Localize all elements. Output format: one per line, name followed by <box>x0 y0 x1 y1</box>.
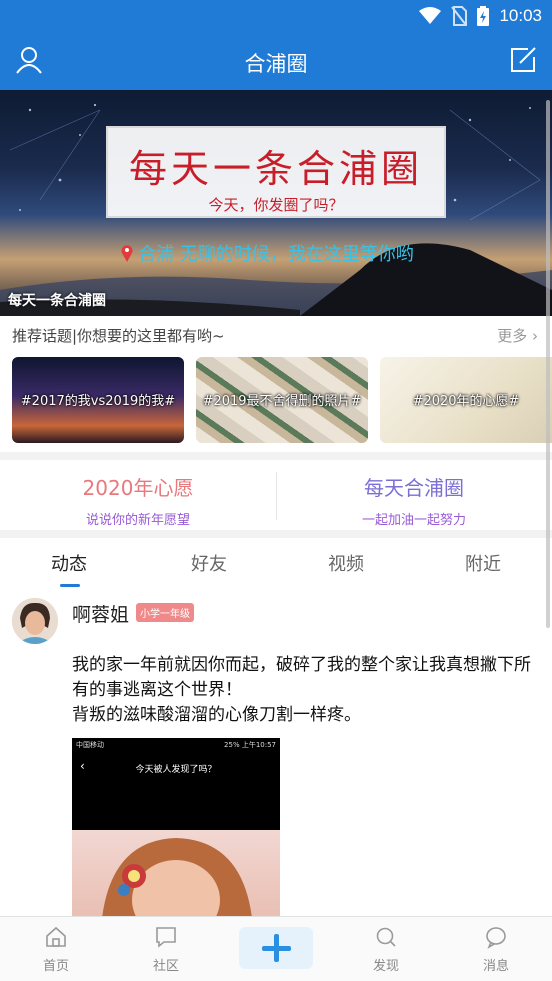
topic-label: #2020年的心愿# <box>412 394 520 409</box>
banner-location: 合浦 无聊的时候，我在这里等你哟 <box>120 240 414 266</box>
message-icon <box>486 927 506 949</box>
bottom-nav: 首页 社区 发现 消息 <box>0 916 552 981</box>
topics-title: 推荐话题|你想要的这里都有哟~ <box>12 327 225 345</box>
scrollbar[interactable] <box>546 100 550 628</box>
tab-videos[interactable]: 视频 <box>277 550 415 576</box>
post-text: 我的家一年前就因你而起，破碎了我的整个家让我真想撇下所有的事逃离这个世界！ 背叛… <box>72 653 532 728</box>
topics-more-link[interactable]: 更多 › <box>497 325 538 346</box>
wish-title: 每天合浦圈 <box>364 476 464 500</box>
image-status-bar: 中国移动 25% 上午10:57 <box>72 738 280 752</box>
status-bar: 10:03 <box>0 0 552 32</box>
image-title: 今天被人发现了吗？ <box>135 765 217 775</box>
topic-card[interactable]: #2019最不舍得删的照片# <box>196 357 368 443</box>
wish-card-2020[interactable]: 2020年心愿 说说你的新年愿望 <box>0 468 276 530</box>
chevron-right-icon: › <box>532 327 538 345</box>
banner-card-title: 每天一条合浦圈 <box>128 147 423 191</box>
photo-content <box>102 838 252 918</box>
wish-title: 2020年心愿 <box>82 476 194 500</box>
location-pin-icon <box>121 245 133 262</box>
topic-card[interactable]: #2017的我vs2019的我# <box>12 357 184 443</box>
level-badge: 小学一年级 <box>136 603 194 622</box>
section-divider <box>0 530 552 538</box>
edit-icon[interactable] <box>508 45 538 75</box>
home-icon <box>46 926 66 947</box>
banner-location-text: 合浦 无聊的时候，我在这里等你哟 <box>138 244 414 265</box>
avatar[interactable] <box>12 598 58 644</box>
no-sim-icon <box>451 6 468 26</box>
plus-icon <box>262 934 291 962</box>
image-status-right: 25% 上午10:57 <box>224 741 276 749</box>
battery-charging-icon <box>477 6 490 26</box>
nav-label: 消息 <box>482 959 509 974</box>
image-status-left: 中国移动 <box>76 741 104 749</box>
nav-discover[interactable]: 发现 <box>346 925 426 974</box>
tab-nearby[interactable]: 附近 <box>414 550 552 576</box>
banner-caption: 每天一条合浦圈 <box>8 293 106 309</box>
wish-card-daily[interactable]: 每天合浦圈 一起加油一起努力 <box>276 468 552 530</box>
status-icons: 10:03 <box>419 6 542 26</box>
nav-messages[interactable]: 消息 <box>456 925 536 974</box>
topic-label: #2019最不舍得删的照片# <box>202 394 362 409</box>
wish-subtitle: 一起加油一起努力 <box>361 513 466 528</box>
nav-home[interactable]: 首页 <box>16 925 96 974</box>
banner-card: 每天一条合浦圈 今天，你发圈了吗？ <box>106 126 446 218</box>
feed-tabs: 动态 好友 视频 附近 <box>0 538 552 588</box>
topic-card[interactable]: #2020年的心愿# <box>380 357 552 443</box>
tab-dynamic[interactable]: 动态 <box>0 550 138 576</box>
post-image[interactable]: 中国移动 25% 上午10:57 ‹ 今天被人发现了吗？ <box>72 738 280 918</box>
add-post-button[interactable] <box>239 927 313 969</box>
nav-label: 发现 <box>372 959 399 974</box>
app-header: 合浦圈 <box>0 32 552 90</box>
image-photo <box>72 830 280 918</box>
banner[interactable]: 每天一条合浦圈 今天，你发圈了吗？ 合浦 无聊的时候，我在这里等你哟 每天一条合… <box>0 90 552 316</box>
page-title: 合浦圈 <box>244 52 308 76</box>
status-time: 10:03 <box>499 6 542 25</box>
chat-square-icon <box>156 927 176 948</box>
avatar-image <box>12 598 58 644</box>
section-divider <box>0 452 552 460</box>
post-text-content: 我的家一年前就因你而起，破碎了我的整个家让我真想撇下所有的事逃离这个世界！ 背叛… <box>72 655 531 725</box>
post-author[interactable]: 啊蓉姐 <box>72 600 129 627</box>
topic-label: #2017的我vs2019的我# <box>20 394 176 409</box>
nav-label: 首页 <box>42 959 69 974</box>
wifi-icon <box>419 7 442 24</box>
banner-card-subtitle: 今天，你发圈了吗？ <box>208 196 344 214</box>
nav-label: 社区 <box>152 959 179 974</box>
active-tab-indicator <box>60 584 80 587</box>
topics-more-label: 更多 <box>497 327 528 345</box>
search-icon <box>376 927 396 947</box>
wish-subtitle: 说说你的新年愿望 <box>85 513 190 528</box>
topics-header: 推荐话题|你想要的这里都有哟~ 更多 › <box>0 316 552 352</box>
nav-community[interactable]: 社区 <box>126 925 206 974</box>
tab-friends[interactable]: 好友 <box>140 550 278 576</box>
